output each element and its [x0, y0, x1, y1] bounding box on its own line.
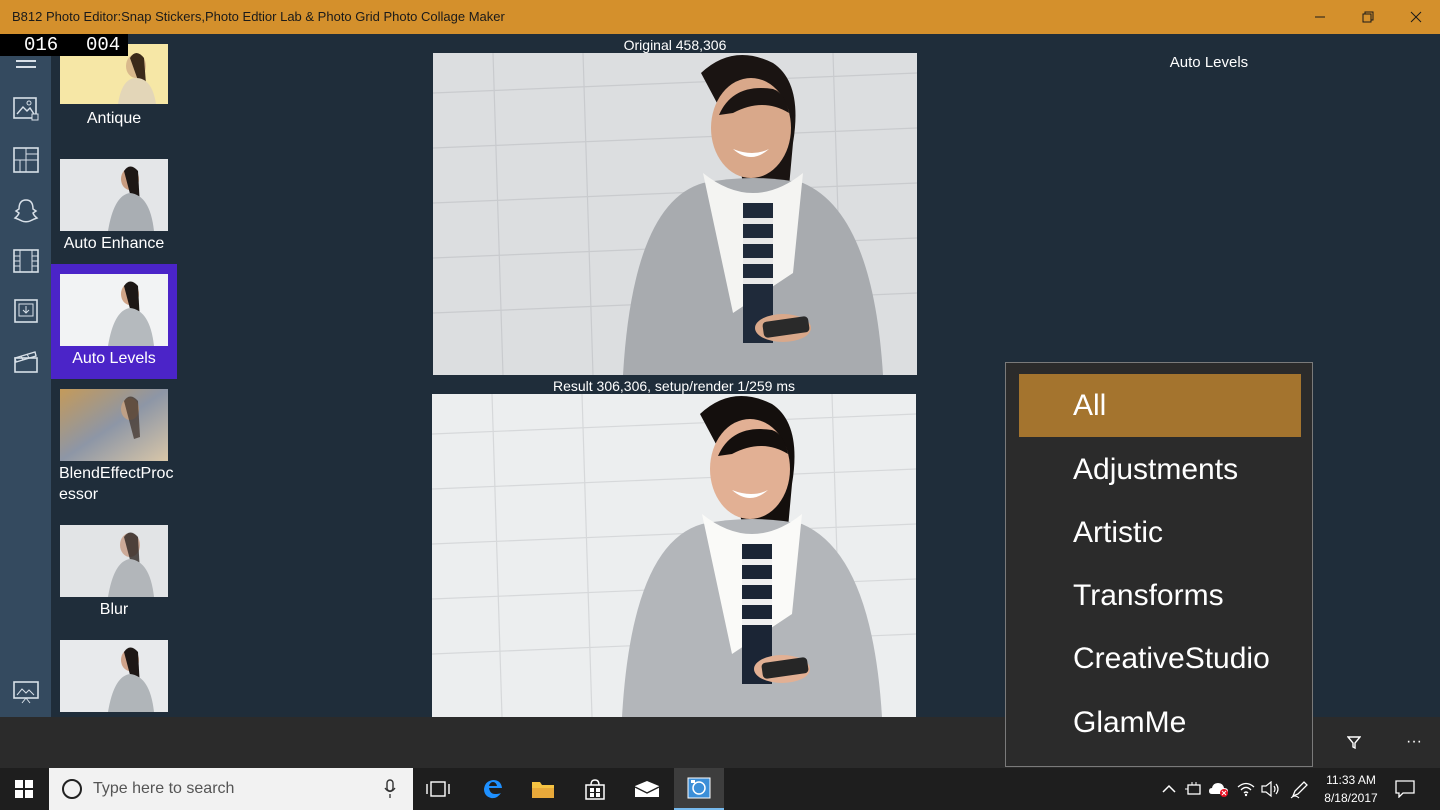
mail-icon: [634, 781, 660, 797]
maximize-button[interactable]: [1344, 0, 1392, 34]
film-strip-button[interactable]: [11, 246, 41, 276]
battery-plug-icon: [1185, 782, 1201, 795]
more-button[interactable]: ···: [1399, 729, 1429, 755]
clapperboard-icon: [14, 351, 38, 373]
show-hidden-icons-button[interactable]: [1158, 778, 1180, 800]
effect-label: Auto Levels: [72, 350, 156, 367]
snapchat-ghost-icon: [13, 199, 39, 223]
gallery-button[interactable]: [11, 94, 41, 124]
more-icon: ···: [1406, 733, 1422, 750]
search-placeholder: Type here to search: [93, 780, 235, 797]
window-title: B812 Photo Editor:Snap Stickers,Photo Ed…: [12, 9, 505, 24]
frame-counter: 016 004: [0, 34, 128, 56]
windows-logo-icon: [15, 780, 33, 798]
close-icon: [1410, 11, 1422, 23]
action-center-button[interactable]: [1394, 778, 1416, 800]
category-item-creativestudio[interactable]: CreativeStudio: [1019, 627, 1301, 690]
effect-thumbnail: [60, 525, 168, 597]
effect-item-blend-effect-processor[interactable]: BlendEffectProc essor: [51, 379, 177, 503]
pen-icon: [1290, 781, 1308, 799]
effect-thumbnail: [60, 159, 168, 231]
filter-button[interactable]: [1339, 729, 1369, 755]
battery-button[interactable]: [1183, 778, 1205, 800]
category-item-artistic[interactable]: Artistic: [1019, 501, 1301, 564]
effect-item-auto-levels[interactable]: Auto Levels: [51, 264, 177, 379]
result-caption: Result 306,306, setup/render 1/259 ms: [552, 378, 796, 394]
wifi-icon: [1237, 782, 1255, 797]
start-button[interactable]: [0, 768, 48, 810]
edge-icon: [484, 780, 502, 799]
minimize-icon: [1315, 16, 1325, 18]
effect-item-auto-enhance[interactable]: Auto Enhance: [51, 149, 177, 264]
category-item-glamme[interactable]: GlamMe: [1019, 691, 1301, 754]
network-button[interactable]: [1235, 778, 1257, 800]
edge-browser-button[interactable]: [469, 768, 517, 810]
effect-item-blur[interactable]: Blur: [51, 515, 177, 630]
taskbar-search[interactable]: Type here to search: [49, 768, 413, 810]
task-view-icon: [426, 781, 450, 797]
cortana-icon: [62, 779, 82, 799]
minimize-button[interactable]: [1296, 0, 1344, 34]
folder-icon: [532, 782, 554, 798]
microphone-icon[interactable]: [383, 779, 397, 799]
store-bag-icon: [585, 779, 605, 800]
effect-label: BlendEffectProc essor: [59, 465, 174, 503]
mail-button[interactable]: [623, 768, 671, 810]
slideshow-icon: [13, 681, 39, 704]
effects-list: Antique Auto Enhance Auto Levels BlendEf…: [51, 34, 177, 717]
left-rail: [0, 34, 51, 717]
gallery-icon: [13, 97, 39, 121]
category-item-all[interactable]: All: [1019, 374, 1301, 437]
effect-label: Blur: [99, 601, 129, 618]
taskbar-clock[interactable]: 11:33 AM 8/18/2017: [1316, 771, 1386, 807]
clock-date: 8/18/2017: [1324, 791, 1378, 805]
ink-workspace-button[interactable]: [1289, 778, 1311, 800]
volume-button[interactable]: [1260, 778, 1282, 800]
effect-thumbnail: [60, 640, 168, 712]
counter-left: 016: [24, 34, 59, 56]
video-button[interactable]: [11, 346, 41, 376]
counter-right: 004: [86, 34, 121, 56]
file-explorer-button[interactable]: [519, 768, 567, 810]
slideshow-button[interactable]: [11, 676, 41, 706]
title-bar: B812 Photo Editor:Snap Stickers,Photo Ed…: [0, 0, 1440, 34]
store-button[interactable]: [571, 768, 619, 810]
filter-icon: [1347, 736, 1361, 749]
restore-icon: [1362, 11, 1374, 23]
onedrive-button[interactable]: [1208, 778, 1230, 800]
effect-item[interactable]: [51, 630, 177, 717]
effect-thumbnail: [60, 389, 168, 461]
close-button[interactable]: [1392, 0, 1440, 34]
snap-stickers-button[interactable]: [11, 196, 41, 226]
task-view-button[interactable]: [414, 768, 462, 810]
original-photo: [433, 53, 917, 375]
windows-taskbar: Type here to search 11:33 AM 8/18/2017: [0, 768, 1440, 810]
original-caption: Original 458,306: [623, 37, 727, 53]
save-download-icon: [14, 299, 38, 323]
category-dropdown: All Adjustments Artistic Transforms Crea…: [1005, 362, 1313, 767]
category-item-adjustments[interactable]: Adjustments: [1019, 438, 1301, 501]
grid-icon: [13, 147, 39, 173]
chevron-up-icon: [1162, 784, 1176, 793]
effect-label: Auto Enhance: [63, 235, 165, 252]
collage-grid-button[interactable]: [11, 145, 41, 175]
effect-thumbnail: [60, 274, 168, 346]
cloud-error-icon: [1209, 783, 1228, 797]
save-button[interactable]: [11, 296, 41, 326]
selected-effect-title: Auto Levels: [1169, 54, 1249, 71]
clock-time: 11:33 AM: [1326, 773, 1376, 787]
notification-icon: [1395, 780, 1415, 798]
photo-editor-taskbar-button[interactable]: [674, 768, 724, 810]
photo-editor-app-icon: [687, 777, 711, 799]
film-strip-icon: [13, 249, 39, 273]
effect-label: Antique: [86, 110, 142, 127]
speaker-icon: [1261, 781, 1279, 797]
category-item-transforms[interactable]: Transforms: [1019, 564, 1301, 627]
result-photo: [432, 394, 916, 717]
app-window: B812 Photo Editor:Snap Stickers,Photo Ed…: [0, 0, 1440, 810]
